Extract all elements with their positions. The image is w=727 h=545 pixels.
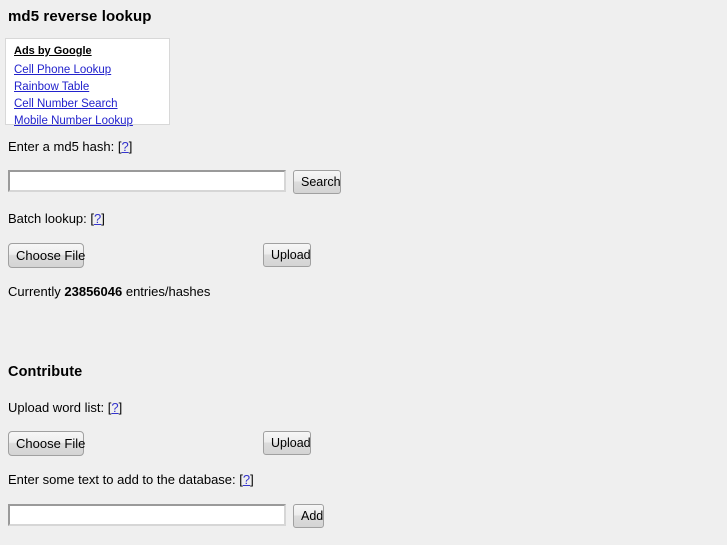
contribute-heading: Contribute: [8, 364, 83, 380]
entry-count-prefix: Currently: [8, 284, 61, 299]
bracket-close: ]: [101, 211, 105, 226]
help-icon[interactable]: ?: [111, 400, 118, 415]
help-icon[interactable]: ?: [121, 139, 128, 154]
batch-lookup-label: Batch lookup:: [8, 211, 87, 226]
bracket-close: ]: [250, 472, 254, 487]
search-button[interactable]: Search: [293, 170, 341, 194]
ad-link-cell-number-search[interactable]: Cell Number Search: [14, 96, 118, 112]
batch-lookup-help: [?]: [90, 211, 104, 226]
list-item: Mobile Number Lookup: [14, 112, 169, 129]
add-text-label-row: Enter some text to add to the database: …: [8, 472, 254, 487]
ad-link-mobile-number-lookup[interactable]: Mobile Number Lookup: [14, 113, 133, 129]
page-title: md5 reverse lookup: [8, 8, 152, 25]
upload-wordlist-label: Upload word list:: [8, 400, 105, 415]
entry-count-status: Currently 23856046 entries/hashes: [8, 284, 210, 299]
entry-count-value: 23856046: [64, 284, 123, 299]
list-item: Cell Phone Lookup: [14, 61, 169, 78]
contribute-choose-file-button[interactable]: Choose File: [8, 431, 85, 456]
ads-by-google-label[interactable]: Ads by Google: [14, 44, 92, 58]
ads-link-list: Cell Phone Lookup Rainbow Table Cell Num…: [14, 61, 169, 129]
md5-hash-help: [?]: [118, 139, 132, 154]
batch-lookup-label-row: Batch lookup: [?]: [8, 211, 105, 226]
upload-wordlist-help: [?]: [108, 400, 122, 415]
md5-hash-input[interactable]: [8, 170, 286, 192]
list-item: Cell Number Search: [14, 95, 169, 112]
google-ads-box: Ads by Google Cell Phone Lookup Rainbow …: [5, 38, 170, 127]
add-text-input[interactable]: [8, 504, 286, 526]
md5-hash-label: Enter a md5 hash:: [8, 139, 115, 154]
entry-count-suffix: entries/hashes: [125, 284, 211, 299]
ad-link-cell-phone-lookup[interactable]: Cell Phone Lookup: [14, 62, 111, 78]
upload-wordlist-label-row: Upload word list: [?]: [8, 400, 122, 415]
list-item: Rainbow Table: [14, 78, 169, 95]
add-button[interactable]: Add: [293, 504, 324, 528]
batch-upload-button[interactable]: Upload: [263, 243, 311, 267]
batch-choose-file-button[interactable]: Choose File: [8, 243, 85, 268]
bracket-close: ]: [128, 139, 133, 154]
add-text-help: [?]: [239, 472, 253, 487]
add-text-label: Enter some text to add to the database:: [8, 472, 236, 487]
md5-hash-label-row: Enter a md5 hash: [?]: [8, 139, 132, 154]
bracket-close: ]: [118, 400, 123, 415]
ad-link-rainbow-table[interactable]: Rainbow Table: [14, 79, 89, 95]
contribute-upload-button[interactable]: Upload: [263, 431, 311, 455]
